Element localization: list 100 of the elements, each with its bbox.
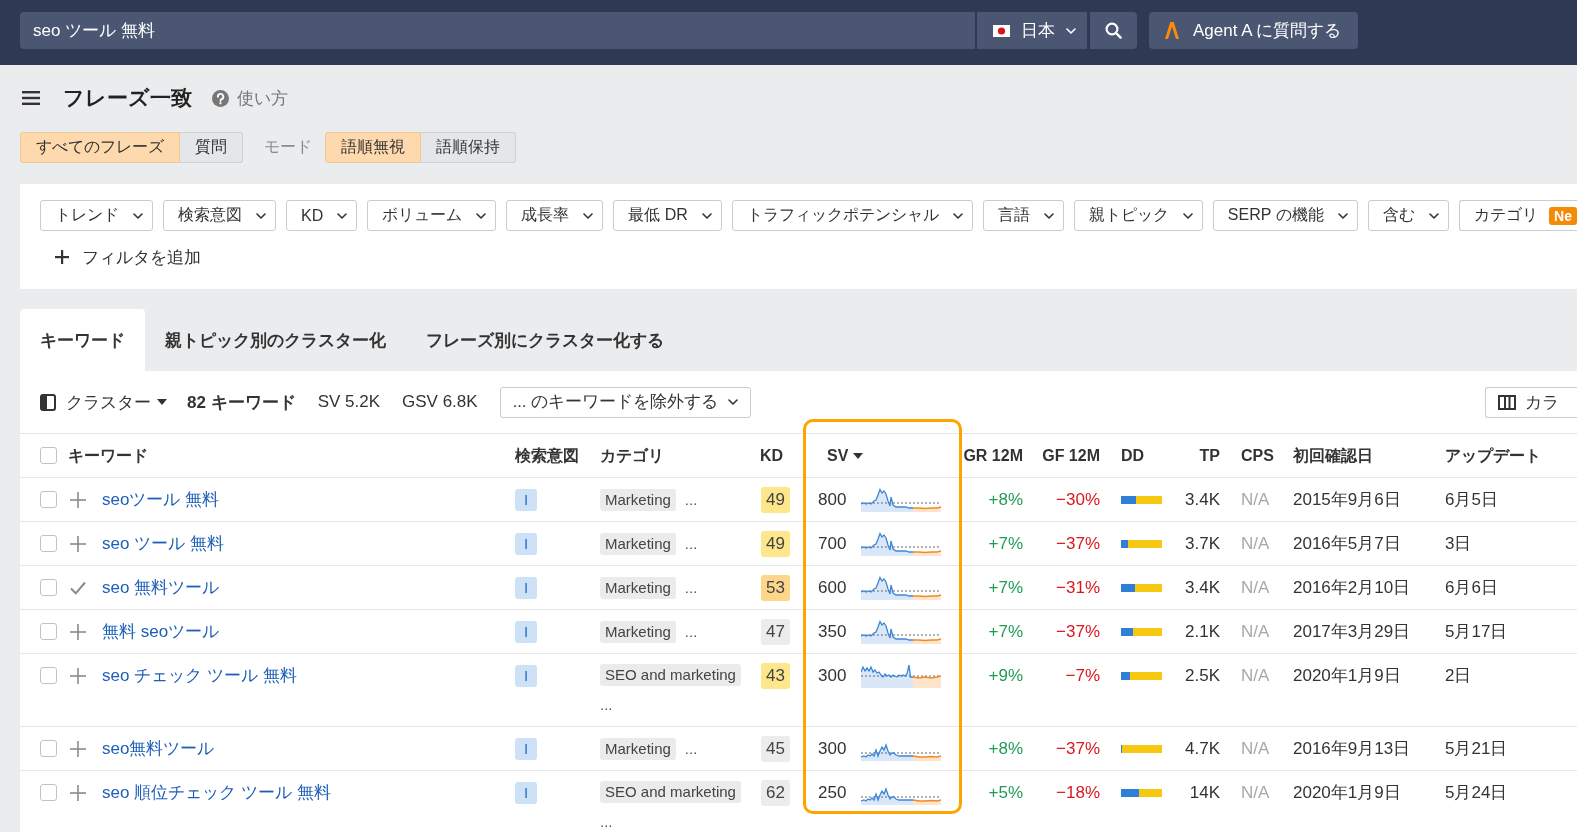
column-header[interactable]: キーワード	[68, 444, 148, 467]
more-indicator[interactable]: ...	[600, 694, 613, 716]
row-checkbox[interactable]	[40, 579, 57, 596]
first-seen-date: 2016年2月10日	[1293, 578, 1411, 597]
status-badge: Ne	[1549, 206, 1577, 225]
filter-dropdown[interactable]: 含む	[1367, 200, 1449, 231]
category-tag: Marketing	[600, 488, 676, 511]
column-header[interactable]: TP	[1199, 447, 1220, 464]
column-header[interactable]: CPS	[1241, 447, 1274, 464]
columns-icon	[1498, 394, 1516, 410]
column-header[interactable]: GR 12M	[963, 447, 1023, 464]
column-header[interactable]: 検索意図	[515, 444, 579, 467]
more-indicator[interactable]: ...	[600, 811, 613, 832]
filter-dropdown[interactable]: カテゴリ Ne	[1458, 200, 1577, 231]
chevron-down-icon	[727, 399, 738, 405]
filter-dropdown[interactable]: 親トピック	[1073, 200, 1203, 231]
select-all-checkbox[interactable]	[40, 447, 57, 464]
traffic-potential: 4.7K	[1185, 739, 1220, 758]
column-header[interactable]: KD	[760, 444, 784, 467]
more-indicator[interactable]: ...	[684, 532, 698, 555]
column-header[interactable]: 初回確認日	[1293, 447, 1373, 464]
first-seen-date: 2017年3月29日	[1293, 622, 1411, 641]
traffic-potential: 3.4K	[1185, 490, 1220, 509]
filter-dropdown[interactable]: ボリューム	[367, 200, 497, 231]
plus-icon[interactable]	[70, 784, 86, 801]
row-checkbox[interactable]	[40, 740, 57, 757]
search-field[interactable]: seo ツール 無料	[20, 12, 975, 49]
intent-badge: I	[515, 532, 537, 555]
difficulty-score: 49	[761, 486, 790, 513]
filter-dropdown[interactable]: 成長率	[506, 200, 604, 231]
growth-forecast: −37%	[1056, 739, 1100, 758]
intent-badge: I	[515, 781, 537, 804]
search-button[interactable]	[1090, 12, 1137, 49]
keyword-link[interactable]: seoツール 無料	[102, 488, 220, 511]
row-checkbox[interactable]	[40, 535, 57, 552]
plus-icon[interactable]	[70, 667, 86, 684]
check-icon[interactable]	[70, 580, 86, 595]
cluster-button[interactable]: クラスター	[40, 390, 167, 414]
chevron-down-icon	[337, 212, 348, 219]
segment-option[interactable]: 質問	[180, 132, 243, 163]
more-indicator[interactable]: ...	[684, 737, 698, 760]
keyword-link[interactable]: seo無料ツール	[102, 737, 215, 760]
segment-option[interactable]: 語順無視	[325, 132, 421, 163]
column-header[interactable]: アップデート	[1445, 447, 1541, 464]
column-header[interactable]: カテゴリ	[600, 444, 664, 467]
plus-icon[interactable]	[70, 740, 86, 757]
segment-option[interactable]: すべてのフレーズ	[20, 132, 180, 163]
keyword-link[interactable]: seo チェック ツール 無料	[102, 664, 297, 687]
difficulty-score: 49	[761, 530, 790, 557]
column-header[interactable]: SV	[827, 444, 849, 467]
row-checkbox[interactable]	[40, 623, 57, 640]
plus-icon[interactable]	[70, 623, 86, 640]
difficulty-score: 53	[761, 574, 790, 601]
help-link[interactable]: 使い方	[212, 86, 288, 110]
menu-icon[interactable]	[22, 91, 40, 105]
search-volume: 300	[818, 738, 847, 760]
more-indicator[interactable]: ...	[684, 488, 698, 511]
keyword-link[interactable]: 無料 seoツール	[102, 620, 220, 643]
plus-icon[interactable]	[70, 535, 86, 552]
first-seen-date: 2020年1月9日	[1293, 783, 1401, 802]
caret-down-icon	[157, 399, 167, 405]
filter-dropdown[interactable]: 言語	[982, 200, 1064, 231]
view-tab[interactable]: キーワード	[20, 309, 145, 371]
segment-option[interactable]: 語順保持	[421, 132, 516, 163]
growth-rate: +7%	[988, 622, 1023, 641]
difficulty-score: 47	[761, 618, 790, 645]
keyword-link[interactable]: seo ツール 無料	[102, 532, 224, 555]
category-tag: Marketing	[600, 737, 676, 760]
more-indicator[interactable]: ...	[684, 576, 698, 599]
filter-dropdown[interactable]: 検索意図	[163, 200, 276, 231]
add-filter-button[interactable]: フィルタを追加	[55, 245, 201, 269]
columns-button[interactable]: カラ	[1485, 386, 1577, 418]
filter-dropdown[interactable]: トレンド	[40, 200, 153, 231]
column-header[interactable]: GF 12M	[1042, 447, 1100, 464]
traffic-potential: 3.4K	[1185, 578, 1220, 597]
country-dropdown[interactable]: 日本	[977, 12, 1087, 49]
filter-dropdown[interactable]: SERP の機能	[1212, 200, 1358, 231]
chevron-down-icon	[1337, 212, 1348, 219]
keyword-link[interactable]: seo 無料ツール	[102, 576, 220, 599]
view-tab[interactable]: 親トピック別のクラスター化	[145, 309, 406, 371]
filter-dropdown[interactable]: KD	[286, 200, 358, 231]
row-checkbox[interactable]	[40, 784, 57, 801]
row-checkbox[interactable]	[40, 491, 57, 508]
column-header[interactable]: DD	[1121, 444, 1145, 467]
update-date: 5月24日	[1445, 783, 1508, 802]
first-seen-date: 2015年9月6日	[1293, 490, 1401, 509]
filter-dropdown[interactable]: 最低 DR	[613, 200, 722, 231]
chevron-down-icon	[476, 212, 487, 219]
plus-icon[interactable]	[70, 491, 86, 508]
help-icon	[212, 89, 229, 107]
exclude-dropdown[interactable]: ... のキーワードを除外する	[499, 386, 751, 418]
view-tab[interactable]: フレーズ別にクラスター化する	[406, 309, 684, 371]
difficulty-score: 62	[761, 779, 790, 806]
ask-agent-button[interactable]: Agent A に質問する	[1149, 12, 1359, 49]
row-checkbox[interactable]	[40, 667, 57, 684]
filter-dropdown[interactable]: トラフィックポテンシャル	[731, 200, 973, 231]
more-indicator[interactable]: ...	[684, 620, 698, 643]
search-volume: 300	[818, 665, 847, 687]
keyword-link[interactable]: seo 順位チェック ツール 無料	[102, 781, 331, 804]
difficulty-score: 45	[761, 735, 790, 762]
